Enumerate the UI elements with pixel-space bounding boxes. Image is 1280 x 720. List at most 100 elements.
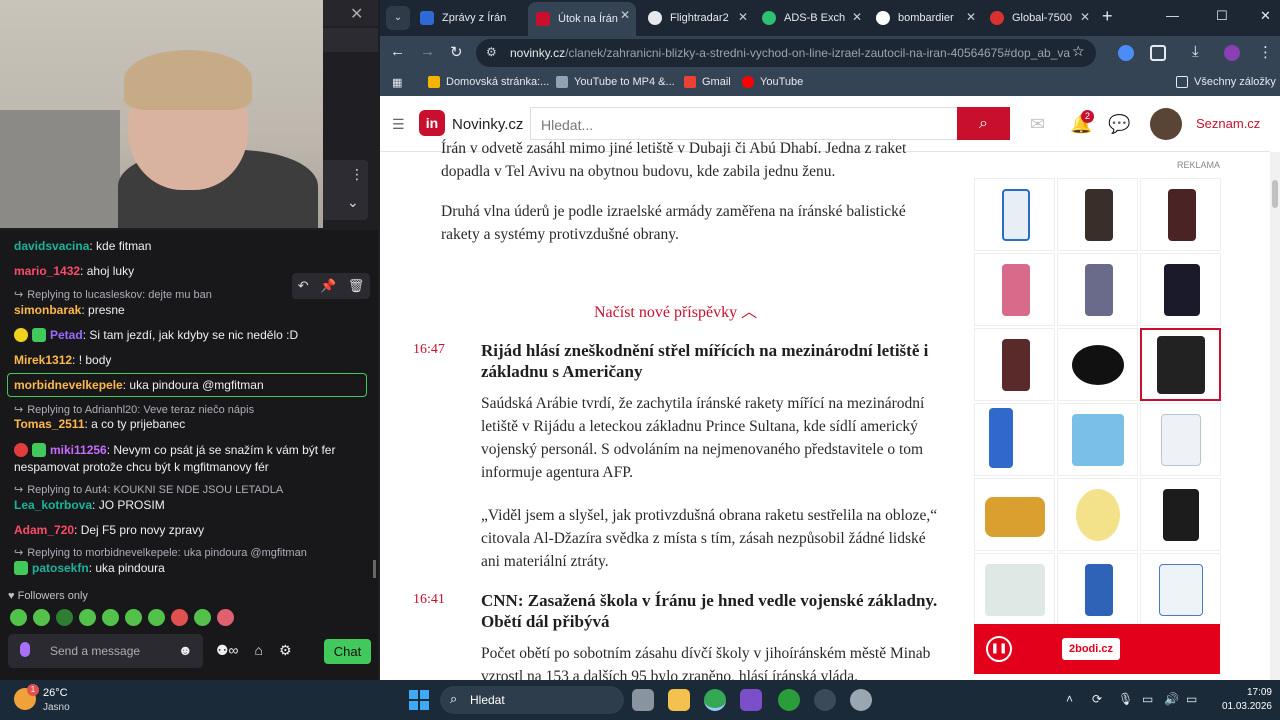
emote-icon[interactable] [33, 609, 50, 626]
settings-icon[interactable] [850, 689, 872, 711]
bookmark-item[interactable]: YouTube to MP4 &... [556, 76, 675, 88]
close-tab-icon[interactable]: ✕ [852, 10, 862, 24]
emote-icon[interactable] [10, 609, 27, 626]
obs-icon[interactable] [814, 689, 836, 711]
seznam-link[interactable]: Seznam.cz [1196, 116, 1260, 131]
emote-icon[interactable] [148, 609, 165, 626]
tab-search-button[interactable]: ⌄ [386, 6, 410, 30]
pin-icon[interactable]: 📌 [320, 278, 336, 294]
reply-context[interactable]: ↪ Replying to Adrianhl20: Veve teraz nieč… [14, 403, 254, 416]
xbox-icon[interactable] [778, 689, 800, 711]
windows-start-icon[interactable] [409, 690, 429, 710]
emote-icon[interactable] [79, 609, 96, 626]
emote-icon[interactable] [125, 609, 142, 626]
chat-username[interactable]: Petad [50, 328, 83, 342]
page-scrollbar[interactable] [1270, 152, 1280, 680]
store-icon[interactable]: ⌂ [255, 642, 263, 659]
tab-flightradar[interactable]: Flightradar2 ✕ [642, 4, 754, 32]
advertisement[interactable]: REKLAMA ❚❚ 2bodi.cz [974, 152, 1222, 680]
ad-product[interactable] [1057, 478, 1138, 551]
ad-product[interactable] [1057, 328, 1138, 401]
battery-icon[interactable]: ▭ [1186, 692, 1197, 706]
chat-bubble-icon[interactable]: 💬 [1108, 114, 1130, 135]
ad-product[interactable] [974, 253, 1055, 326]
chat-username[interactable]: Lea_kotrbova [14, 498, 92, 512]
chevron-up-icon[interactable]: ˄ [1066, 692, 1073, 706]
ad-product[interactable] [1057, 403, 1138, 476]
bookmark-item[interactable]: Gmail [684, 76, 731, 88]
ad-product[interactable] [974, 478, 1055, 551]
close-tab-icon[interactable]: ✕ [1080, 10, 1090, 24]
ad-product[interactable] [1057, 178, 1138, 251]
new-tab-icon[interactable]: + [1102, 6, 1113, 27]
address-bar[interactable]: ⚙ novinky.cz/clanek/zahranicni-blizky-a-… [476, 39, 1096, 67]
chat-scrollbar[interactable] [373, 560, 376, 578]
task-view-icon[interactable] [632, 689, 654, 711]
ad-product[interactable] [1057, 253, 1138, 326]
search-input[interactable]: Hledat... [530, 107, 958, 140]
reply-context[interactable]: ↪ Replying to lucasleskov: dejte mu ban [14, 288, 212, 301]
download-icon[interactable]: ⤓ [1192, 43, 1199, 60]
chat-username[interactable]: patosekfn [32, 561, 89, 575]
taskbar-search[interactable]: ⌕ Hledat [440, 686, 624, 714]
microphone-icon[interactable]: 🎙 [1118, 692, 1133, 706]
emoji-picker-icon[interactable]: ☻ [178, 642, 193, 658]
novinky-logo[interactable]: in [419, 110, 445, 136]
ad-product[interactable] [1140, 553, 1221, 626]
tab-global-7500[interactable]: Global-7500 ✕ [984, 4, 1096, 32]
emote-icon[interactable] [217, 609, 234, 626]
chevron-down-icon[interactable]: ⌄ [347, 194, 359, 211]
site-info-icon[interactable]: ⚙ [486, 45, 497, 59]
reply-context[interactable]: ↪ Replying to Aut4: KOUKNI SE NDE JSOU LE… [14, 483, 283, 496]
profile-avatar-icon[interactable] [1224, 45, 1240, 61]
bookmark-star-icon[interactable]: ☆ [1072, 43, 1085, 60]
emote-icon[interactable] [56, 609, 73, 626]
ad-product[interactable] [974, 328, 1055, 401]
tab-bombardier[interactable]: bombardier ✕ [870, 4, 982, 32]
ad-product[interactable] [1140, 478, 1221, 551]
chat-send-button[interactable]: Chat [324, 639, 371, 664]
maximize-icon[interactable]: ☐ [1216, 8, 1228, 24]
minimize-icon[interactable]: — [1166, 8, 1179, 23]
close-window-icon[interactable]: ✕ [1260, 8, 1271, 24]
close-icon[interactable]: ✕ [350, 4, 363, 24]
chrome-icon[interactable] [704, 689, 726, 711]
extension-icon[interactable] [1118, 45, 1134, 61]
search-button[interactable]: ⌕ [957, 107, 1010, 140]
chat-username[interactable]: Adam_720 [14, 523, 74, 537]
ad-product[interactable] [1140, 178, 1221, 251]
tab-adsb[interactable]: ADS-B Exch ✕ [756, 4, 868, 32]
chat-username[interactable]: davidsvacina [14, 239, 89, 253]
emote-icon[interactable] [102, 609, 119, 626]
chat-username[interactable]: miki11256 [50, 443, 107, 457]
bookmark-item[interactable]: YouTube [742, 76, 803, 88]
tab-utok-na-iran[interactable]: Útok na Írán ✕ [528, 2, 636, 36]
ad-product[interactable] [1140, 328, 1221, 401]
bits-icon[interactable]: ⚉∞ [216, 642, 239, 659]
sync-icon[interactable]: ⟳ [1092, 692, 1102, 706]
ad-footer[interactable]: ❚❚ 2bodi.cz [974, 624, 1220, 674]
extensions-puzzle-icon[interactable] [1150, 45, 1166, 61]
emote-icon[interactable] [171, 609, 188, 626]
apps-icon[interactable]: ▦ [392, 76, 402, 89]
microphone-icon[interactable] [20, 642, 30, 657]
close-tab-icon[interactable]: ✕ [966, 10, 976, 24]
avatar[interactable] [1150, 108, 1182, 140]
reply-context[interactable]: ↪ Replying to morbidnevelkepele: uka pind… [14, 546, 307, 559]
network-icon[interactable]: ▭ [1142, 692, 1153, 706]
file-explorer-icon[interactable] [668, 689, 690, 711]
bookmark-item[interactable]: Domovská stránka:... [428, 76, 549, 88]
close-tab-icon[interactable]: ✕ [620, 8, 630, 22]
chat-username[interactable]: simonbarak [14, 303, 81, 317]
chat-username[interactable]: Mirek1312 [14, 353, 72, 367]
chat-username[interactable]: morbidnevelkepele [14, 378, 123, 392]
all-bookmarks[interactable]: Všechny záložky [1176, 76, 1276, 88]
chat-username[interactable]: Tomas_2511 [14, 417, 85, 431]
more-options-icon[interactable]: ⋮ [350, 166, 364, 183]
ad-product[interactable] [1140, 403, 1221, 476]
ad-product[interactable] [1140, 253, 1221, 326]
load-more-posts-button[interactable]: Načíst nové příspěvky ︿ [594, 298, 757, 322]
pause-icon[interactable]: ❚❚ [986, 636, 1012, 662]
chat-input[interactable]: Send a message ☻ [8, 634, 203, 668]
weather-temp[interactable]: 26°C [43, 687, 68, 699]
